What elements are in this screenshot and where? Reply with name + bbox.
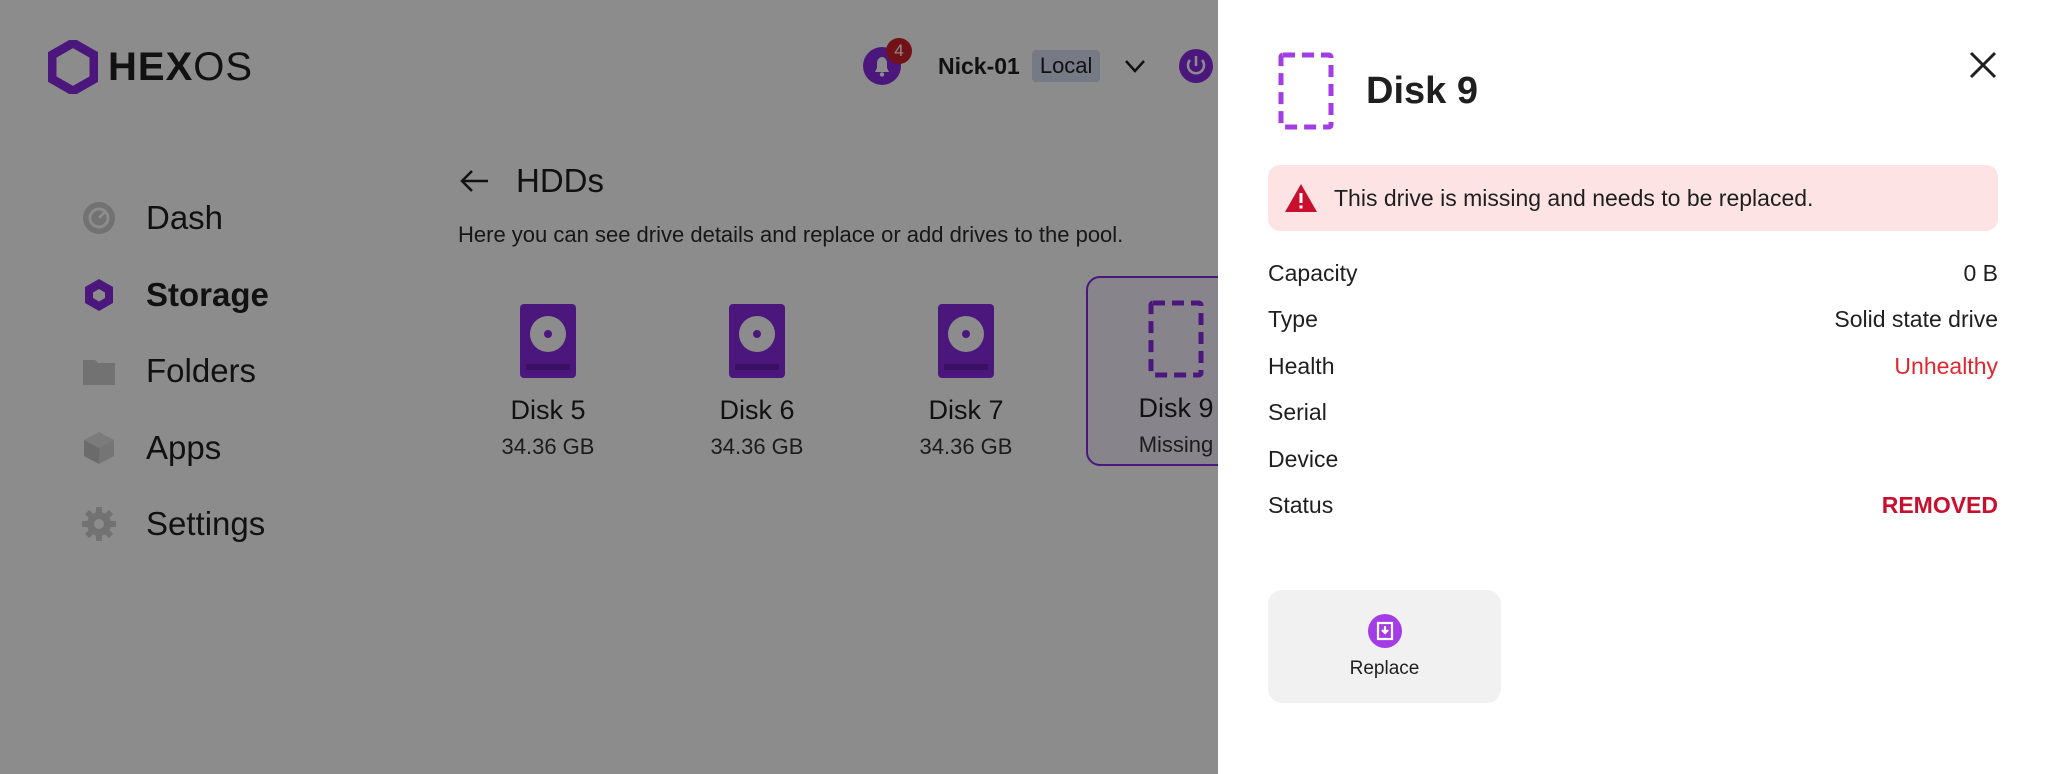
detail-row-capacity: Capacity 0 B (1268, 250, 1998, 297)
drawer-header: Disk 9 (1278, 52, 1478, 130)
missing-drive-icon (1278, 52, 1334, 130)
disk-details-drawer: Disk 9 This drive is missing and needs t… (1218, 0, 2048, 774)
replace-button-label: Replace (1349, 657, 1420, 679)
status-badge: REMOVED (1881, 492, 1998, 519)
detail-row-status: Status REMOVED (1268, 483, 1998, 530)
warning-icon (1285, 184, 1317, 212)
close-icon[interactable] (1966, 48, 2000, 82)
replace-button[interactable]: Replace (1268, 590, 1501, 703)
detail-value: 0 B (1963, 259, 1998, 286)
detail-row-type: Type Solid state drive (1268, 297, 1998, 344)
detail-label: Type (1268, 306, 1318, 333)
health-status-value: Unhealthy (1894, 352, 1998, 379)
detail-value: Solid state drive (1834, 306, 1998, 333)
detail-label: Capacity (1268, 259, 1358, 286)
missing-drive-alert: This drive is missing and needs to be re… (1268, 165, 1998, 231)
alert-message: This drive is missing and needs to be re… (1334, 184, 1814, 211)
drawer-title: Disk 9 (1366, 69, 1478, 112)
detail-label: Serial (1268, 399, 1327, 426)
detail-label: Health (1268, 352, 1335, 379)
detail-row-health: Health Unhealthy (1268, 343, 1998, 390)
modal-backdrop[interactable] (0, 0, 1218, 774)
detail-row-device: Device (1268, 436, 1998, 483)
detail-label: Status (1268, 492, 1334, 519)
disk-details-list: Capacity 0 B Type Solid state drive Heal… (1268, 250, 1998, 529)
detail-row-serial: Serial (1268, 390, 1998, 437)
detail-label: Device (1268, 445, 1339, 472)
replace-icon (1367, 613, 1402, 648)
